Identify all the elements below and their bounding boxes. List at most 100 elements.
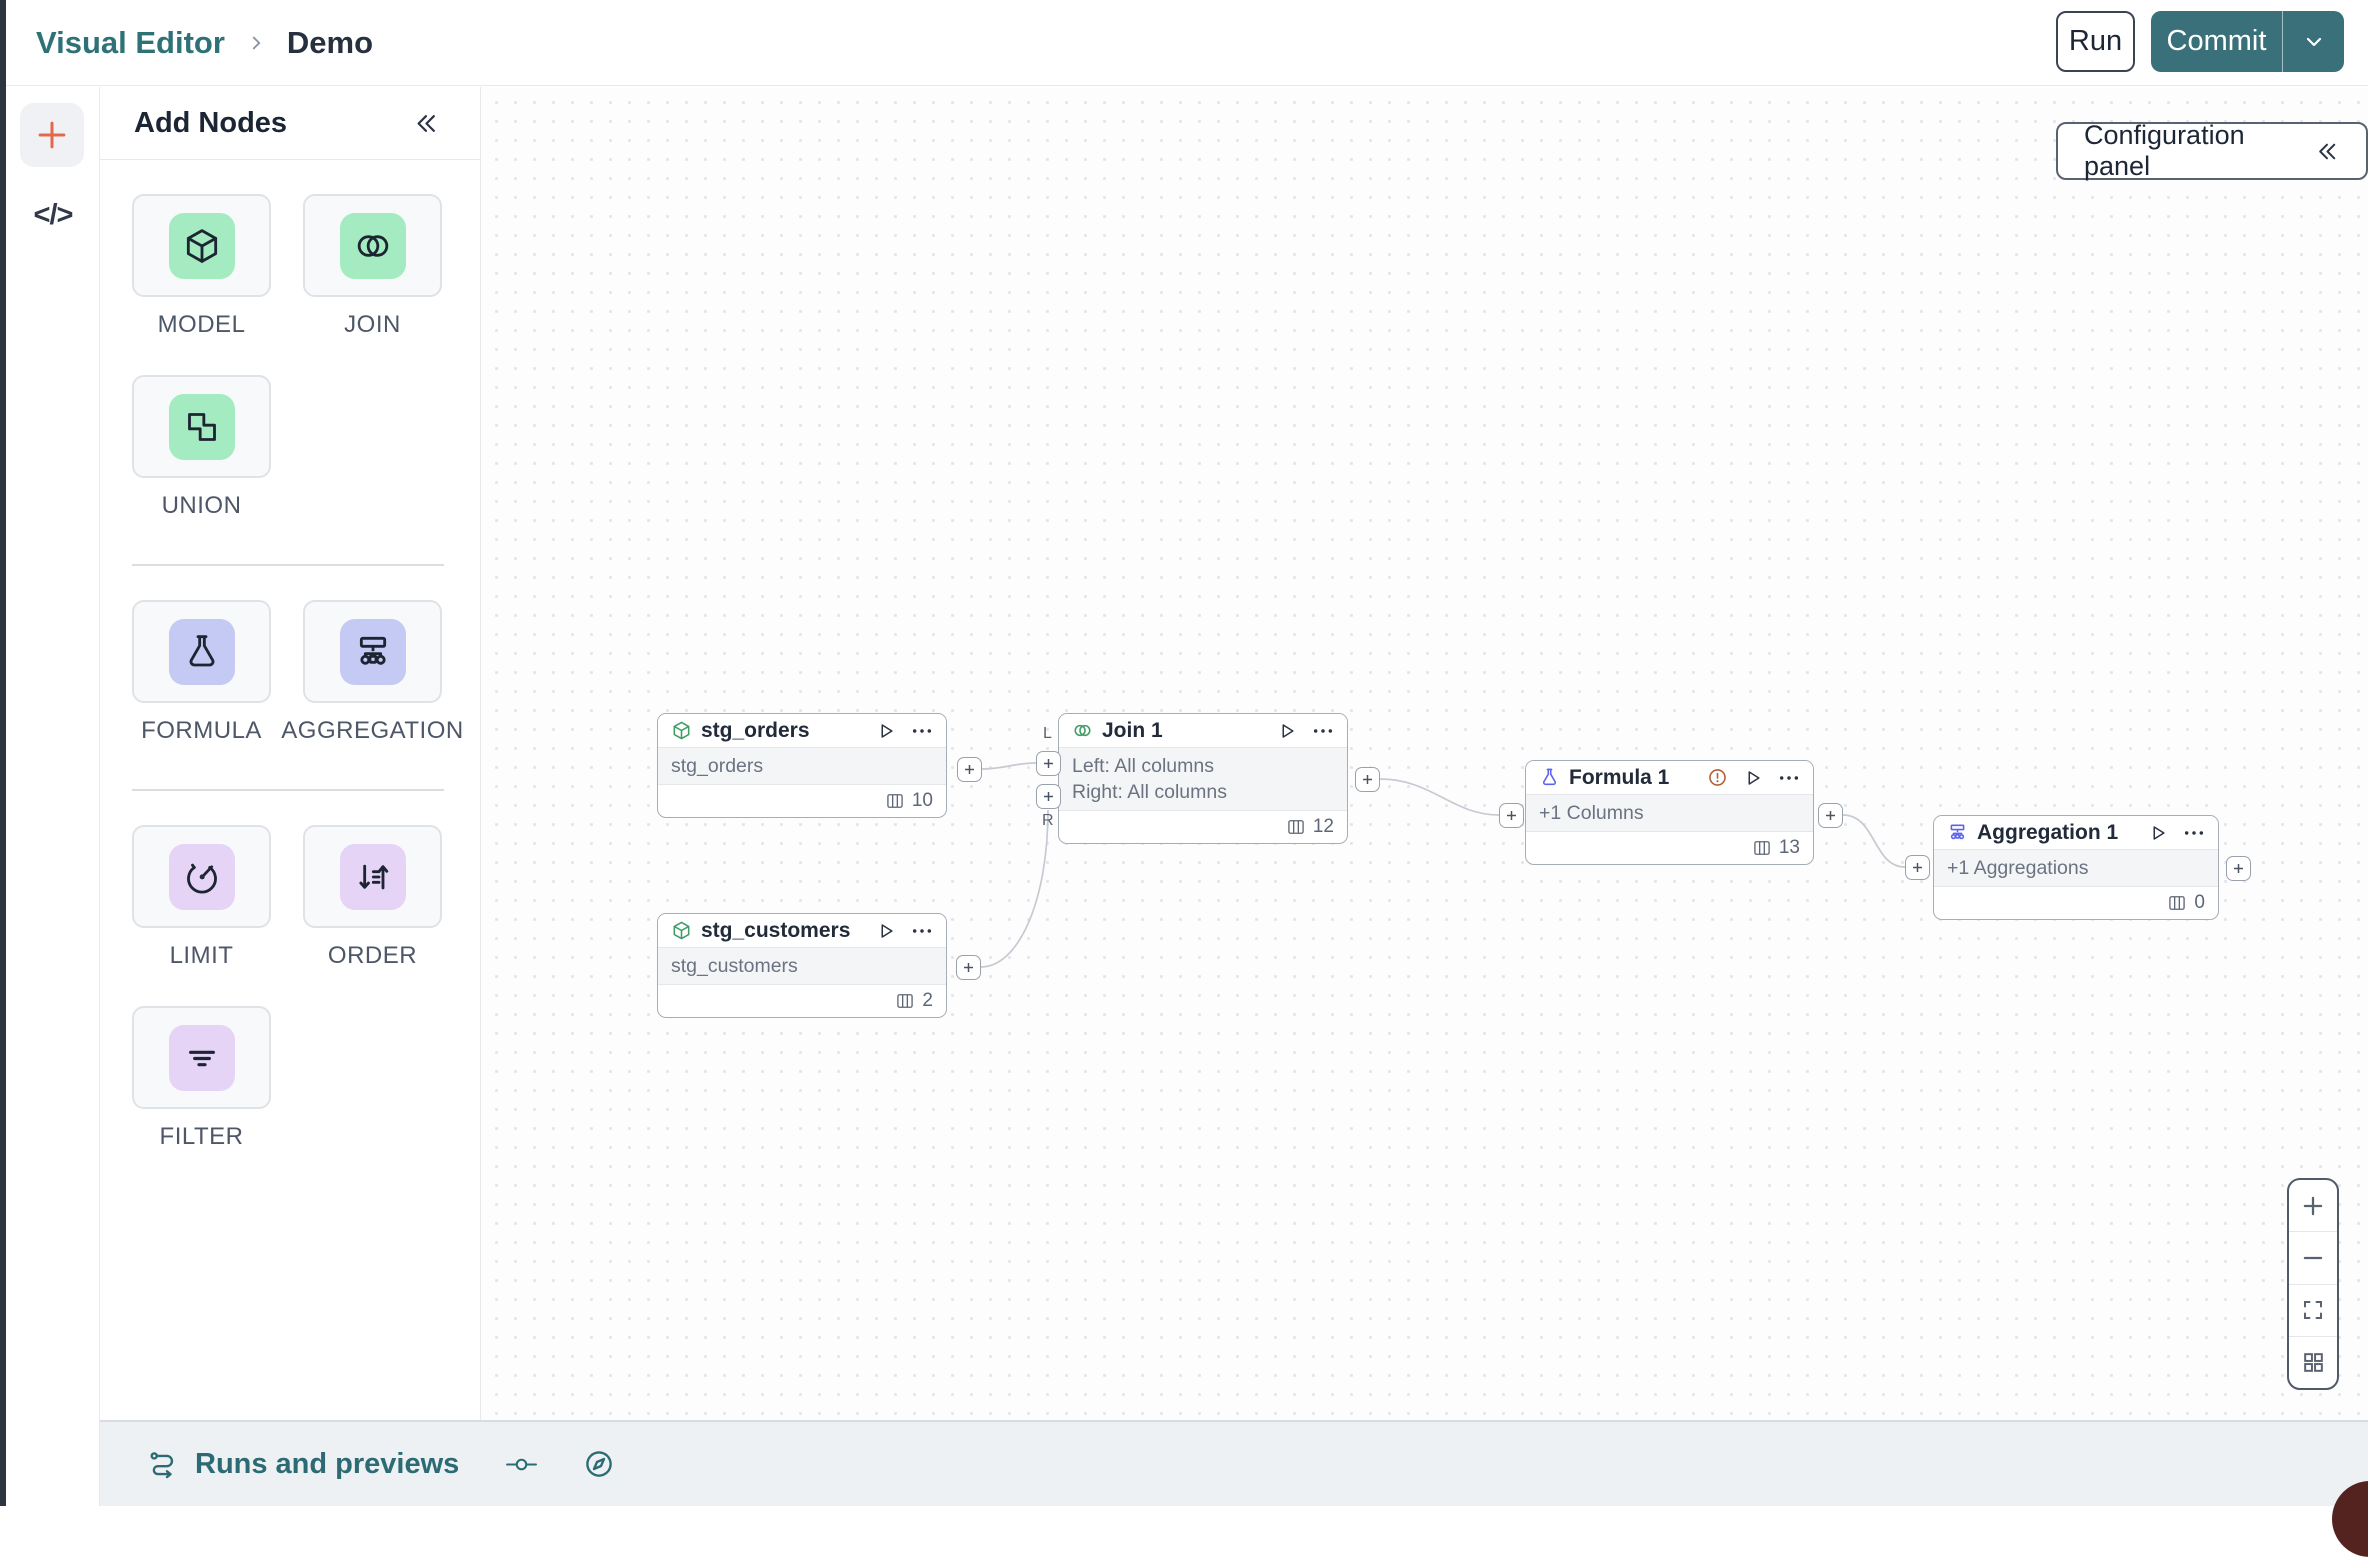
column-count: 10 bbox=[911, 790, 933, 811]
port-stg-customers-output[interactable] bbox=[956, 955, 981, 980]
node-stg-customers[interactable]: stg_customers stg_customers 2 bbox=[657, 913, 947, 1018]
code-view-button[interactable]: </> bbox=[6, 199, 100, 232]
sitemap-icon bbox=[1947, 822, 1968, 843]
ellipsis-icon[interactable] bbox=[1312, 720, 1334, 742]
sort-icon bbox=[353, 857, 393, 897]
port-join-left-input[interactable] bbox=[1036, 751, 1061, 776]
commit-button[interactable]: Commit bbox=[2151, 11, 2282, 72]
node-formula-1[interactable]: Formula 1 +1 Columns 13 bbox=[1525, 760, 1814, 865]
columns-icon bbox=[1286, 817, 1306, 837]
column-count: 13 bbox=[1778, 837, 1800, 858]
palette-tile-filter[interactable]: FILTER bbox=[132, 1006, 271, 1151]
tile-label: LIMIT bbox=[169, 942, 234, 969]
columns-icon bbox=[1752, 838, 1772, 858]
bottom-bar: Runs and previews bbox=[100, 1420, 2368, 1506]
filter-lines-icon bbox=[182, 1038, 222, 1078]
fit-view-button[interactable] bbox=[2289, 1283, 2337, 1336]
node-stg-orders[interactable]: stg_orders stg_orders 10 bbox=[657, 713, 947, 818]
columns-icon bbox=[885, 791, 905, 811]
window-edge bbox=[0, 0, 6, 1506]
play-icon[interactable] bbox=[1743, 768, 1763, 788]
commit-dropdown-button[interactable] bbox=[2282, 11, 2344, 72]
tile-label: JOIN bbox=[344, 311, 401, 338]
node-aggregation-1[interactable]: Aggregation 1 +1 Aggregations 0 bbox=[1933, 815, 2219, 920]
cube-icon bbox=[671, 720, 692, 741]
node-body-line: Right: All columns bbox=[1072, 781, 1227, 803]
flask-icon bbox=[1539, 767, 1560, 788]
minus-icon bbox=[2300, 1245, 2326, 1271]
port-formula-output[interactable] bbox=[1818, 803, 1843, 828]
configuration-panel-label: Configuration panel bbox=[2084, 120, 2245, 181]
canvas-zoom-controls bbox=[2287, 1178, 2339, 1390]
compass-icon[interactable] bbox=[584, 1449, 614, 1479]
run-button[interactable]: Run bbox=[2056, 11, 2135, 72]
palette-tile-order[interactable]: ORDER bbox=[303, 825, 442, 970]
column-count: 0 bbox=[2194, 892, 2205, 913]
cube-icon bbox=[671, 920, 692, 941]
route-icon bbox=[148, 1449, 179, 1480]
port-label-right: R bbox=[1042, 812, 1054, 829]
commit-node-icon[interactable] bbox=[505, 1456, 538, 1473]
zoom-in-button[interactable] bbox=[2289, 1180, 2337, 1231]
palette-tile-limit[interactable]: LIMIT bbox=[132, 825, 271, 970]
column-count: 2 bbox=[922, 990, 933, 1011]
breadcrumb-chevron-icon bbox=[245, 32, 267, 54]
commit-split-button: Commit bbox=[2151, 11, 2344, 72]
node-body-line: +1 Aggregations bbox=[1947, 857, 2089, 879]
port-label-left: L bbox=[1043, 725, 1052, 742]
column-count: 12 bbox=[1312, 816, 1334, 837]
panel-title: Add Nodes bbox=[134, 106, 288, 139]
venn-icon bbox=[353, 226, 393, 266]
chevrons-left-icon[interactable] bbox=[413, 110, 440, 137]
port-aggregation-input[interactable] bbox=[1905, 855, 1930, 880]
node-body-line: stg_customers bbox=[671, 955, 798, 977]
plus-icon bbox=[33, 116, 71, 154]
tile-label: ORDER bbox=[327, 942, 418, 969]
chevron-down-icon bbox=[2302, 30, 2326, 54]
port-join-right-input[interactable] bbox=[1036, 784, 1061, 809]
auto-layout-button[interactable] bbox=[2289, 1335, 2337, 1388]
chevrons-left-icon bbox=[2315, 139, 2340, 164]
play-icon[interactable] bbox=[876, 721, 896, 741]
play-icon[interactable] bbox=[876, 921, 896, 941]
gauge-icon bbox=[182, 857, 222, 897]
ellipsis-icon[interactable] bbox=[911, 920, 933, 942]
tile-label: FILTER bbox=[159, 1123, 244, 1150]
ellipsis-icon[interactable] bbox=[911, 720, 933, 742]
node-title: stg_customers bbox=[701, 918, 851, 942]
breadcrumb-visual-editor-link[interactable]: Visual Editor bbox=[36, 25, 225, 61]
ellipsis-icon[interactable] bbox=[1778, 767, 1800, 789]
add-nodes-panel: Add Nodes MODEL JOIN UNION FORMULA AGGRE… bbox=[100, 87, 481, 1420]
breadcrumb-current-page: Demo bbox=[286, 24, 374, 60]
grid-icon bbox=[2301, 1350, 2326, 1375]
add-nodes-rail-button[interactable] bbox=[20, 103, 84, 167]
left-icon-rail: </> bbox=[6, 87, 100, 1506]
tile-label: UNION bbox=[161, 492, 242, 519]
play-icon[interactable] bbox=[1277, 721, 1297, 741]
node-title: Aggregation 1 bbox=[1977, 820, 2119, 844]
node-body-line: +1 Columns bbox=[1539, 802, 1644, 824]
node-body-line: stg_orders bbox=[671, 755, 764, 777]
zoom-out-button[interactable] bbox=[2289, 1231, 2337, 1283]
node-title: stg_orders bbox=[701, 718, 810, 742]
columns-icon bbox=[2167, 893, 2187, 913]
sitemap-icon bbox=[353, 632, 393, 672]
plus-icon bbox=[2300, 1193, 2326, 1219]
port-aggregation-output[interactable] bbox=[2226, 856, 2251, 881]
palette-tile-join[interactable]: JOIN bbox=[303, 194, 442, 339]
runs-and-previews-toggle[interactable]: Runs and previews bbox=[148, 1448, 459, 1481]
warning-icon[interactable] bbox=[1707, 767, 1728, 788]
node-join-1[interactable]: Join 1 Left: All columns Right: All colu… bbox=[1058, 713, 1348, 844]
ellipsis-icon[interactable] bbox=[2183, 822, 2205, 844]
palette-tile-union[interactable]: UNION bbox=[132, 375, 271, 520]
play-icon[interactable] bbox=[2148, 823, 2168, 843]
palette-tile-model[interactable]: MODEL bbox=[132, 194, 271, 339]
port-stg-orders-output[interactable] bbox=[957, 757, 982, 782]
palette-tile-formula[interactable]: FORMULA bbox=[132, 600, 271, 745]
node-title: Formula 1 bbox=[1569, 765, 1670, 789]
port-join-output[interactable] bbox=[1355, 767, 1380, 792]
cube-icon bbox=[182, 226, 222, 266]
palette-tile-aggregation[interactable]: AGGREGATION bbox=[281, 600, 463, 745]
port-formula-input[interactable] bbox=[1499, 803, 1524, 828]
configuration-panel-button[interactable]: Configuration panel bbox=[2056, 120, 2368, 181]
